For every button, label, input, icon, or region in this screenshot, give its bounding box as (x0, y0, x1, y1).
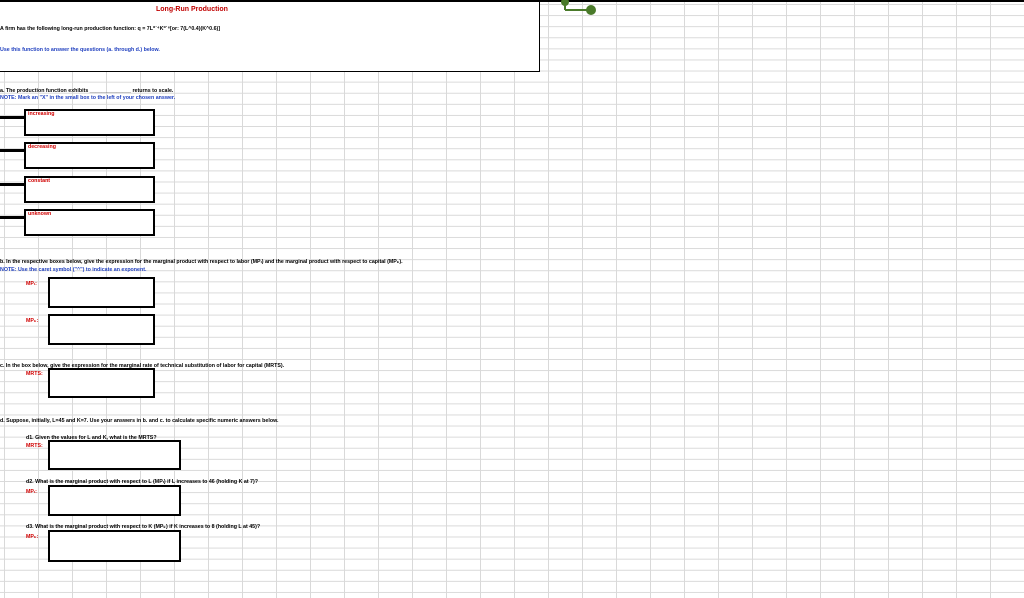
note-b: NOTE: Use the caret symbol ("^") to indi… (0, 267, 147, 273)
mpl-answer-box[interactable] (48, 277, 155, 308)
option-label: decreasing (28, 144, 56, 150)
question-a: a. The production function exhibits ____… (0, 88, 174, 94)
option-increasing-box[interactable]: increasing (24, 109, 155, 136)
d3-mpk-label: MPₖ: (26, 534, 39, 540)
option-constant-box[interactable]: constant (24, 176, 155, 203)
production-function-text: A firm has the following long-run produc… (0, 26, 221, 32)
option-unknown-box[interactable]: unknown (24, 209, 155, 236)
mrts-answer-box[interactable] (48, 368, 155, 398)
header-panel: Long-Run Production A firm has the follo… (0, 2, 540, 72)
mpk-label: MPₖ: (26, 318, 39, 324)
instruction-text: Use this function to answer the question… (0, 47, 160, 53)
d2-mpl-label: MPₗ: (26, 489, 37, 495)
checkbox-increasing[interactable] (0, 116, 24, 119)
option-decreasing-box[interactable]: decreasing (24, 142, 155, 169)
question-d: d. Suppose, initially, L=45 and K=7. Use… (0, 418, 279, 424)
d3-answer-box[interactable] (48, 530, 181, 562)
mpk-answer-box[interactable] (48, 314, 155, 345)
d1-answer-box[interactable] (48, 440, 181, 470)
page-title: Long-Run Production (156, 6, 228, 13)
checkbox-decreasing[interactable] (0, 149, 24, 152)
note-a: NOTE: Mark an "X" in the small box to th… (0, 95, 176, 101)
option-label: increasing (28, 111, 55, 117)
connector-shape[interactable] (558, 0, 602, 16)
d2-answer-box[interactable] (48, 485, 181, 516)
option-label: constant (28, 178, 51, 184)
option-label: unknown (28, 211, 52, 217)
checkbox-constant[interactable] (0, 183, 24, 186)
question-b: b. In the respective boxes below, give t… (0, 259, 403, 265)
mpl-label: MPₗ: (26, 281, 37, 287)
mrts-label: MRTS: (26, 371, 43, 377)
d1-mrts-label: MRTS: (26, 443, 43, 449)
checkbox-unknown[interactable] (0, 216, 24, 219)
